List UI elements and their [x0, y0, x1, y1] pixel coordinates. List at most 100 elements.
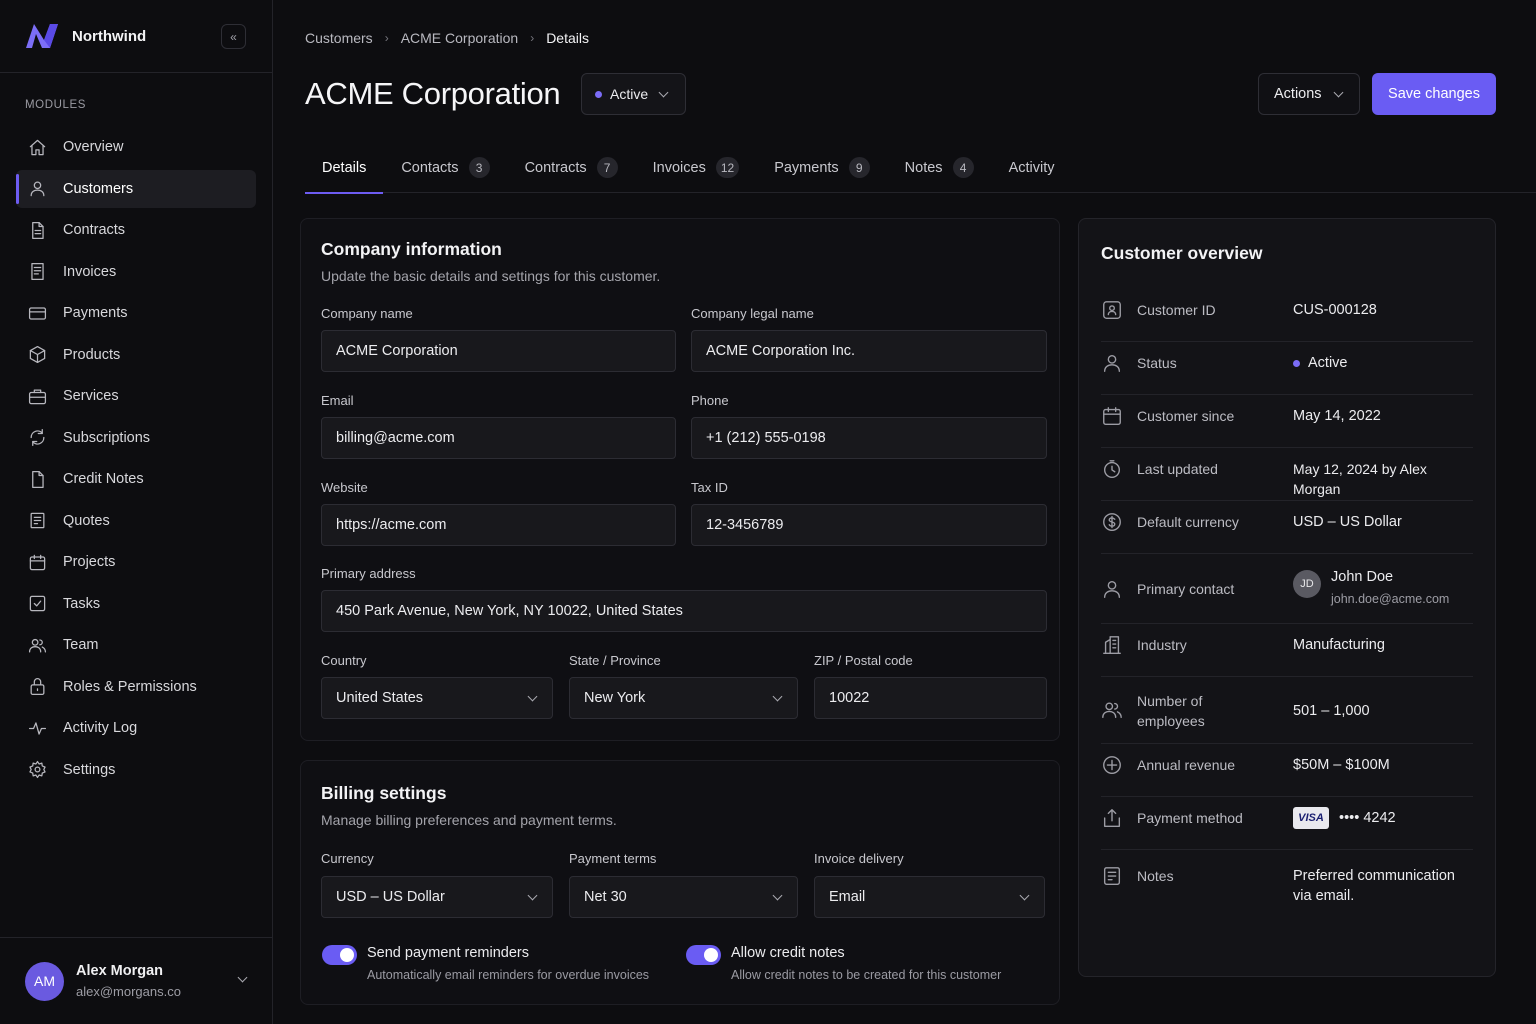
sidebar-item-credit-notes[interactable]: Credit Notes	[16, 460, 256, 498]
sidebar-item-settings[interactable]: Settings	[16, 751, 256, 789]
box-icon	[29, 345, 46, 364]
sidebar-item-label: Activity Log	[63, 720, 138, 736]
overview-label: Default currency	[1137, 514, 1239, 530]
sidebar-item-overview[interactable]: Overview	[16, 128, 256, 166]
payment-terms-select[interactable]: Net 30	[569, 876, 798, 918]
company-name-input[interactable]: ACME Corporation	[321, 330, 676, 372]
card-subtitle: Manage billing preferences and payment t…	[321, 812, 617, 828]
credit-card-icon	[28, 306, 47, 320]
invoice-delivery-select[interactable]: Email	[814, 876, 1045, 918]
payment-reminders-toggle[interactable]	[322, 945, 357, 965]
northwind-logo[interactable]	[24, 22, 60, 50]
user-menu[interactable]: AM Alex Morgan alex@morgans.co	[0, 937, 272, 1024]
tab-label: Contracts	[524, 159, 587, 176]
sidebar-item-customers[interactable]: Customers	[16, 169, 256, 208]
chevron-down-icon	[237, 972, 248, 983]
overview-value: $50M – $100M	[1293, 757, 1390, 773]
visa-logo: VISA	[1293, 807, 1329, 829]
tab-label: Notes	[904, 159, 943, 176]
chevron-right-icon: ›	[384, 31, 389, 45]
overview-row-contact: Primary contact JD John Doe john.doe@acm…	[1101, 554, 1473, 624]
customer-overview-card: Customer overview Customer ID CUS-000128…	[1078, 218, 1496, 977]
tab-activity[interactable]: Activity	[992, 142, 1072, 193]
sidebar-item-contracts[interactable]: Contracts	[16, 211, 256, 249]
tab-details[interactable]: Details	[305, 142, 384, 194]
sidebar-item-team[interactable]: Team	[16, 626, 256, 664]
overview-label: Primary contact	[1137, 581, 1235, 597]
tab-label: Activity	[1008, 159, 1055, 176]
address-field[interactable]: 450 Park Avenue, New York, NY 10022, Uni…	[321, 590, 1047, 632]
contact-email[interactable]: john.doe@acme.com	[1331, 589, 1449, 609]
sidebar-item-tasks[interactable]: Tasks	[16, 585, 256, 623]
website-field[interactable]: https://acme.com	[321, 504, 676, 546]
avatar: AM	[25, 961, 64, 1001]
zip-field[interactable]: 10022	[814, 677, 1047, 719]
address-label: Primary address	[321, 566, 416, 581]
sidebar-item-projects[interactable]: Projects	[16, 543, 256, 581]
tab-payments[interactable]: Payments 9	[757, 142, 886, 193]
legal-name-label: Company legal name	[691, 306, 814, 321]
country-select[interactable]: United States	[321, 677, 553, 719]
brand-name: Northwind	[72, 27, 147, 45]
users-icon	[1101, 699, 1123, 721]
sidebar-item-products[interactable]: Products	[16, 336, 256, 374]
chevron-right-icon: ›	[530, 31, 535, 45]
breadcrumb-acme[interactable]: ACME Corporation	[401, 30, 519, 46]
user-icon	[1101, 352, 1123, 374]
currency-value: USD – US Dollar	[336, 889, 445, 905]
plus-circle-icon	[1101, 754, 1123, 776]
overview-row-notes: Notes Preferred communication via email.	[1101, 850, 1473, 920]
state-label: State / Province	[569, 653, 661, 668]
id-card-icon	[1101, 299, 1123, 321]
invoice-icon	[31, 262, 44, 281]
briefcase-icon	[28, 389, 47, 404]
legal-name-input[interactable]: ACME Corporation Inc.	[691, 330, 1047, 372]
overview-value: May 14, 2022	[1293, 408, 1381, 424]
state-select[interactable]: New York	[569, 677, 798, 719]
actions-label: Actions	[1274, 86, 1322, 102]
tax-id-field[interactable]: 12-3456789	[691, 504, 1047, 546]
chevrons-left-icon: «	[230, 29, 237, 44]
sidebar-section-label: MODULES	[25, 99, 87, 111]
collapse-sidebar-button[interactable]: «	[221, 24, 246, 49]
credit-notes-toggle[interactable]	[686, 945, 721, 965]
card-number: •••• 4242	[1339, 810, 1396, 826]
contact-avatar: JD	[1293, 570, 1321, 598]
currency-select[interactable]: USD – US Dollar	[321, 876, 553, 918]
phone-label: Phone	[691, 393, 729, 408]
email-field[interactable]: billing@acme.com	[321, 417, 676, 459]
chevron-down-icon	[527, 890, 538, 901]
breadcrumb-customers[interactable]: Customers	[305, 30, 373, 46]
overview-value: CUS-000128	[1293, 302, 1377, 318]
status-dropdown[interactable]: Active	[581, 73, 686, 115]
sidebar-item-subscriptions[interactable]: Subscriptions	[16, 419, 256, 457]
count-badge: 12	[715, 157, 740, 178]
lock-icon	[30, 678, 45, 696]
overview-value: Preferred communication via email.	[1293, 868, 1455, 904]
tab-invoices[interactable]: Invoices 12	[636, 142, 757, 193]
sidebar-item-services[interactable]: Services	[16, 377, 256, 415]
actions-button[interactable]: Actions	[1258, 73, 1360, 115]
sidebar-item-label: Payments	[63, 305, 128, 321]
tab-contracts[interactable]: Contracts 7	[508, 142, 635, 193]
sidebar-item-roles-permissions[interactable]: Roles & Permissions	[16, 668, 256, 706]
sidebar-item-label: Tasks	[63, 595, 101, 612]
sidebar-item-quotes[interactable]: Quotes	[16, 502, 256, 540]
tab-notes[interactable]: Notes 4	[888, 142, 991, 193]
tab-label: Invoices	[652, 159, 706, 176]
sidebar-item-activity-log[interactable]: Activity Log	[16, 709, 256, 747]
breadcrumb: Customers › ACME Corporation › Details	[305, 30, 589, 46]
sidebar-item-label: Quotes	[63, 512, 110, 529]
currency-icon	[1101, 511, 1123, 533]
user-icon	[30, 181, 45, 197]
sidebar-item-label: Invoices	[63, 263, 117, 280]
overview-value: Manufacturing	[1293, 637, 1385, 653]
tab-contacts[interactable]: Contacts 3	[384, 142, 506, 193]
chevron-down-icon	[527, 691, 538, 702]
payment-reminders-title: Send payment reminders	[367, 945, 529, 961]
save-changes-button[interactable]: Save changes	[1372, 73, 1496, 115]
contact-name[interactable]: John Doe	[1331, 567, 1393, 587]
phone-field[interactable]: +1 (212) 555-0198	[691, 417, 1047, 459]
sidebar-item-invoices[interactable]: Invoices	[16, 253, 256, 291]
sidebar-item-payments[interactable]: Payments	[16, 294, 256, 332]
